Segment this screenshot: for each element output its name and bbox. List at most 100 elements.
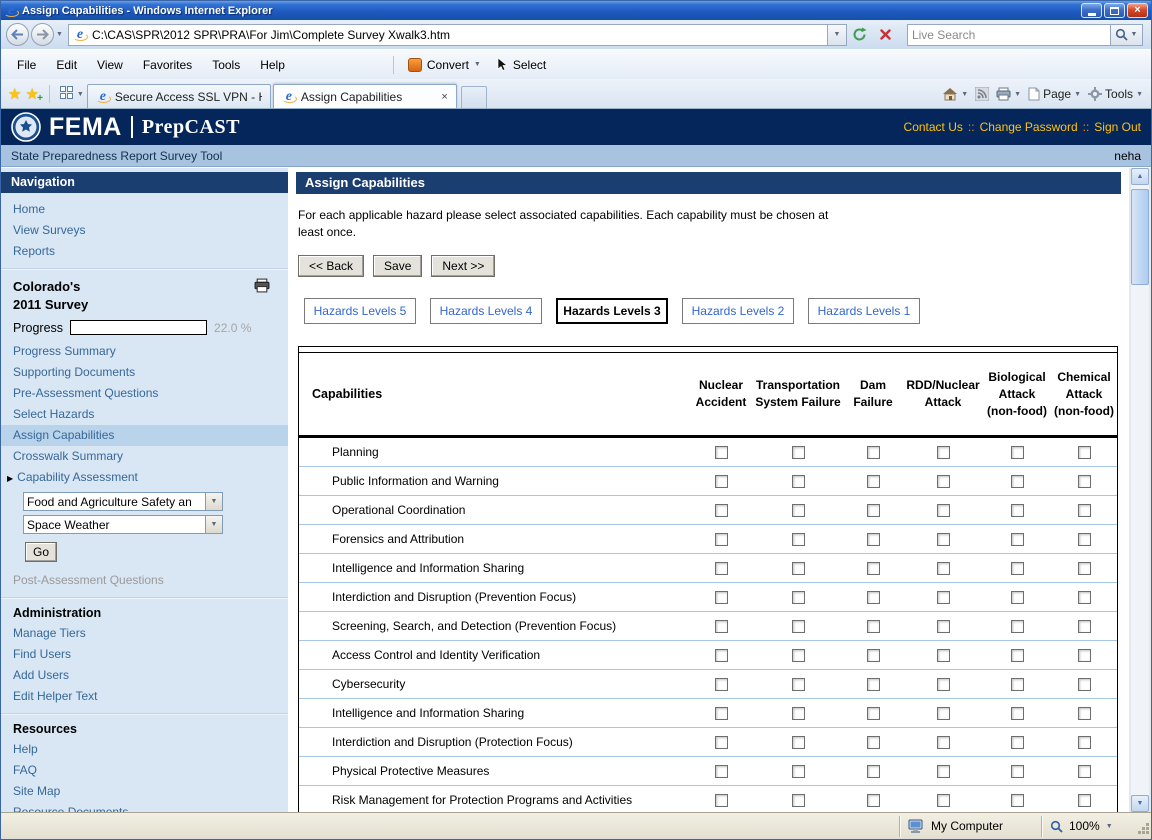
- capability-checkbox[interactable]: [1011, 446, 1024, 459]
- capability-checkbox[interactable]: [715, 504, 728, 517]
- capability-checkbox[interactable]: [867, 591, 880, 604]
- next-step-button[interactable]: Next >>: [431, 255, 495, 277]
- capability-checkbox[interactable]: [1011, 475, 1024, 488]
- scroll-up-icon[interactable]: ▲: [1131, 168, 1149, 185]
- go-button[interactable]: Go: [25, 542, 57, 562]
- capability-checkbox[interactable]: [715, 794, 728, 807]
- capability-checkbox[interactable]: [792, 620, 805, 633]
- capability-checkbox[interactable]: [937, 504, 950, 517]
- capability-checkbox[interactable]: [867, 794, 880, 807]
- capability-checkbox[interactable]: [715, 446, 728, 459]
- select-button[interactable]: Select: [489, 55, 554, 75]
- capability-checkbox[interactable]: [1011, 707, 1024, 720]
- menu-edit[interactable]: Edit: [46, 55, 87, 75]
- menu-tools[interactable]: Tools: [202, 55, 250, 75]
- capability-checkbox[interactable]: [715, 649, 728, 662]
- forward-button[interactable]: [31, 23, 54, 46]
- capability-checkbox[interactable]: [792, 678, 805, 691]
- capability-checkbox[interactable]: [792, 794, 805, 807]
- capability-checkbox[interactable]: [1011, 620, 1024, 633]
- capability-checkbox[interactable]: [715, 707, 728, 720]
- tab-hazards-level-4[interactable]: Hazards Levels 4: [430, 298, 542, 324]
- sidebar-item-select-hazards[interactable]: Select Hazards: [1, 404, 288, 425]
- tab-hazards-level-1[interactable]: Hazards Levels 1: [808, 298, 920, 324]
- capability-checkbox[interactable]: [867, 678, 880, 691]
- zoom-dropdown-icon[interactable]: ▼: [1106, 823, 1113, 830]
- feeds-button[interactable]: [975, 87, 989, 101]
- capability-checkbox[interactable]: [715, 678, 728, 691]
- tab-hazards-level-5[interactable]: Hazards Levels 5: [304, 298, 416, 324]
- capability-checkbox[interactable]: [867, 475, 880, 488]
- back-step-button[interactable]: << Back: [298, 255, 364, 277]
- address-dropdown-button[interactable]: ▼: [828, 24, 847, 46]
- capability-checkbox[interactable]: [937, 736, 950, 749]
- capability-checkbox[interactable]: [1078, 649, 1091, 662]
- capability-checkbox[interactable]: [792, 504, 805, 517]
- capability-checkbox[interactable]: [867, 620, 880, 633]
- refresh-button[interactable]: [847, 23, 873, 47]
- capability-checkbox[interactable]: [1078, 794, 1091, 807]
- capability-checkbox[interactable]: [1011, 649, 1024, 662]
- live-search-box[interactable]: [907, 24, 1111, 46]
- capability-checkbox[interactable]: [1011, 533, 1024, 546]
- capability-checkbox[interactable]: [867, 446, 880, 459]
- capability-checkbox[interactable]: [1078, 765, 1091, 778]
- capability-checkbox[interactable]: [1078, 504, 1091, 517]
- capability-checkbox[interactable]: [1011, 678, 1024, 691]
- capability-checkbox[interactable]: [1011, 562, 1024, 575]
- capability-checkbox[interactable]: [715, 475, 728, 488]
- capability-checkbox[interactable]: [937, 562, 950, 575]
- stop-button[interactable]: [873, 23, 899, 47]
- sidebar-item-resource-documents[interactable]: Resource Documents: [1, 802, 288, 812]
- capability-checkbox[interactable]: [1011, 591, 1024, 604]
- sidebar-item-home[interactable]: Home: [1, 199, 288, 220]
- sidebar-item-edit-helper-text[interactable]: Edit Helper Text: [1, 686, 288, 707]
- sidebar-item-manage-tiers[interactable]: Manage Tiers: [1, 623, 288, 644]
- capability-checkbox[interactable]: [1011, 765, 1024, 778]
- capability-checkbox[interactable]: [1078, 533, 1091, 546]
- address-field[interactable]: e C:\CAS\SPR\2012 SPR\PRA\For Jim\Comple…: [68, 24, 828, 46]
- capability-checkbox[interactable]: [937, 649, 950, 662]
- tab-assign-capabilities[interactable]: e Assign Capabilities ×: [273, 84, 457, 108]
- print-survey-icon[interactable]: [254, 278, 270, 296]
- back-button[interactable]: [6, 23, 29, 46]
- change-password-link[interactable]: Change Password: [980, 120, 1078, 134]
- print-button[interactable]: ▼: [996, 87, 1021, 101]
- capability-checkbox[interactable]: [792, 533, 805, 546]
- sidebar-item-capability-assessment[interactable]: ▶Capability Assessment: [1, 467, 288, 488]
- capability-checkbox[interactable]: [792, 591, 805, 604]
- add-favorite-icon[interactable]: ★+: [25, 87, 38, 102]
- capability-checkbox[interactable]: [1078, 620, 1091, 633]
- sidebar-item-site-map[interactable]: Site Map: [1, 781, 288, 802]
- capability-checkbox[interactable]: [867, 736, 880, 749]
- sidebar-item-pre-assessment-questions[interactable]: Pre-Assessment Questions: [1, 383, 288, 404]
- capability-checkbox[interactable]: [715, 562, 728, 575]
- hazard-select[interactable]: Space Weather ▼: [23, 515, 223, 534]
- sidebar-item-add-users[interactable]: Add Users: [1, 665, 288, 686]
- menu-view[interactable]: View: [87, 55, 133, 75]
- capability-checkbox[interactable]: [792, 707, 805, 720]
- capability-checkbox[interactable]: [937, 794, 950, 807]
- capability-checkbox[interactable]: [867, 533, 880, 546]
- sidebar-item-progress-summary[interactable]: Progress Summary: [1, 341, 288, 362]
- quick-tabs-icon[interactable]: [60, 86, 73, 102]
- sign-out-link[interactable]: Sign Out: [1094, 120, 1141, 134]
- capability-checkbox[interactable]: [1078, 591, 1091, 604]
- sidebar-item-crosswalk-summary[interactable]: Crosswalk Summary: [1, 446, 288, 467]
- capability-checkbox[interactable]: [937, 475, 950, 488]
- sidebar-item-assign-capabilities[interactable]: Assign Capabilities: [1, 425, 288, 446]
- capability-checkbox[interactable]: [792, 562, 805, 575]
- minimize-button[interactable]: [1081, 3, 1102, 18]
- capability-checkbox[interactable]: [1078, 736, 1091, 749]
- sidebar-item-reports[interactable]: Reports: [1, 241, 288, 262]
- close-tab-icon[interactable]: ×: [441, 91, 447, 103]
- sidebar-item-help[interactable]: Help: [1, 739, 288, 760]
- menu-favorites[interactable]: Favorites: [133, 55, 202, 75]
- sidebar-item-find-users[interactable]: Find Users: [1, 644, 288, 665]
- capability-checkbox[interactable]: [937, 707, 950, 720]
- sidebar-item-supporting-documents[interactable]: Supporting Documents: [1, 362, 288, 383]
- capability-checkbox[interactable]: [1011, 504, 1024, 517]
- menu-help[interactable]: Help: [250, 55, 295, 75]
- capability-checkbox[interactable]: [715, 591, 728, 604]
- capability-checkbox[interactable]: [715, 765, 728, 778]
